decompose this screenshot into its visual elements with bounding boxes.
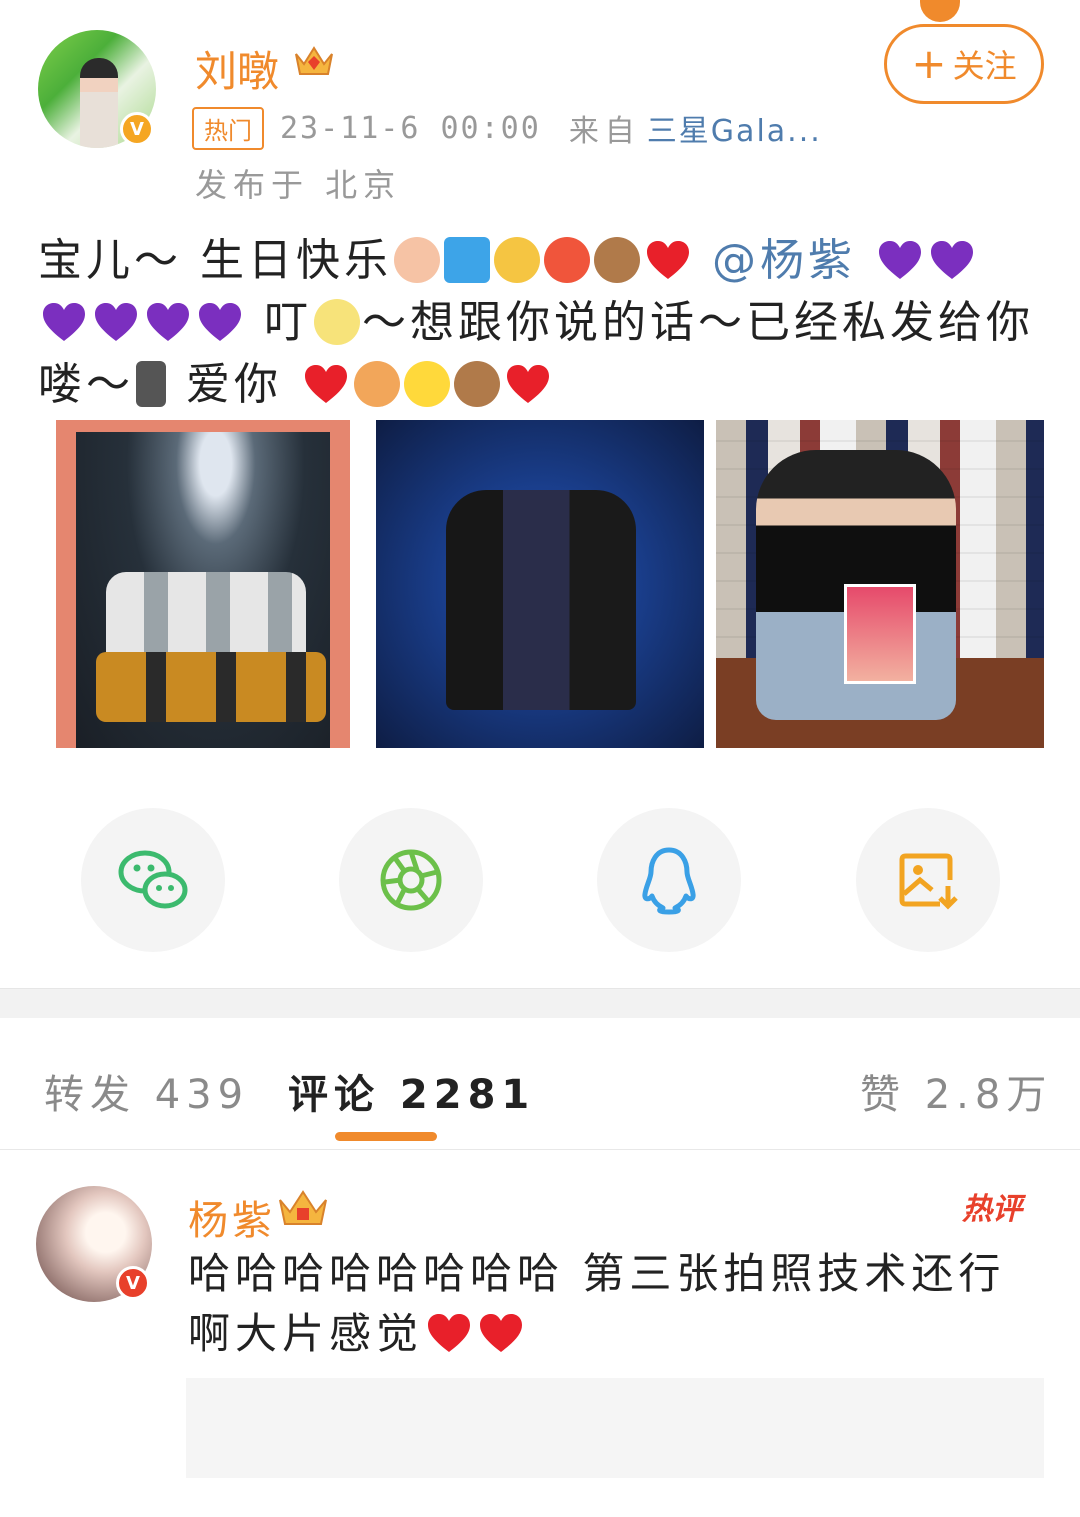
post-text-part: ～想跟你说的话～已经私发给你 — [362, 297, 1034, 348]
crown-icon — [279, 1190, 327, 1225]
source-label: 来自 — [568, 114, 641, 149]
verified-badge-icon: V — [120, 112, 154, 146]
red-heart-icon — [647, 241, 689, 279]
phone-emoji-icon — [136, 361, 166, 407]
section-divider — [0, 988, 1080, 1018]
save-image-icon — [899, 853, 958, 910]
red-heart-icon — [305, 365, 347, 403]
comment-text: 哈哈哈哈哈哈哈哈 第三张拍照技术还行啊大片感觉 — [188, 1244, 1038, 1364]
qq-icon — [642, 847, 696, 915]
tab-repost[interactable]: 转发 439 — [44, 1062, 249, 1120]
follow-label: 关注 — [952, 47, 1017, 85]
photo-2[interactable] — [376, 420, 704, 748]
red-heart-icon — [428, 1314, 471, 1352]
purple-heart-icon — [931, 241, 973, 279]
sparkles-emoji-icon — [314, 299, 360, 345]
dog-emoji-icon — [354, 361, 400, 407]
share-qq-button[interactable] — [597, 808, 741, 952]
party-emoji-icon — [494, 237, 540, 283]
post-text-part: 宝儿～ 生日快乐 — [38, 235, 392, 286]
red-heart-icon — [507, 365, 549, 403]
tab-like[interactable]: 赞 2.8万 — [860, 1062, 1052, 1120]
crown-icon — [295, 46, 333, 75]
save-image-button[interactable] — [856, 808, 1000, 952]
post-location: 发布于 北京 — [195, 166, 402, 204]
photo-1[interactable] — [56, 420, 350, 748]
monkey-emoji-icon — [594, 237, 640, 283]
decoration-icon — [920, 0, 960, 22]
post-text-part: 爱你 — [186, 359, 282, 410]
author-avatar[interactable]: V — [38, 30, 156, 148]
post-header: V 刘暾 热门 23-11-6 00:00 来自 三星Gala... 发布于 北… — [0, 0, 1080, 215]
share-wechat-button[interactable] — [81, 808, 225, 952]
mention-link[interactable]: @杨紫 — [712, 235, 856, 286]
comment-body: 哈哈哈哈哈哈哈哈 第三张拍照技术还行啊大片感觉 — [188, 1249, 1006, 1358]
follow-button[interactable]: + 关注 — [884, 24, 1044, 104]
gift-emoji-icon — [444, 237, 490, 283]
share-row — [0, 808, 1080, 953]
balloon-emoji-icon — [544, 237, 590, 283]
purple-heart-icon — [199, 303, 241, 341]
commenter-avatar[interactable]: V — [36, 1186, 152, 1302]
photo-3[interactable] — [716, 420, 1044, 748]
purple-heart-icon — [879, 241, 921, 279]
purple-heart-icon — [95, 303, 137, 341]
commenter-name[interactable]: 杨紫 — [188, 1188, 276, 1246]
post-text-part: 叮 — [264, 297, 312, 348]
active-tab-indicator — [335, 1132, 437, 1141]
author-name[interactable]: 刘暾 — [195, 38, 279, 99]
tab-comment[interactable]: 评论 2281 — [288, 1062, 535, 1120]
post-time: 23-11-6 00:00 — [280, 110, 541, 146]
purple-heart-icon — [147, 303, 189, 341]
hot-tag: 热门 — [192, 106, 264, 150]
source-device[interactable]: 三星Gala... — [647, 106, 822, 150]
verified-badge-icon: V — [116, 1266, 150, 1300]
plus-icon: + — [911, 39, 947, 88]
wechat-icon — [118, 850, 188, 909]
chick-emoji-icon — [404, 361, 450, 407]
purple-heart-icon — [43, 303, 85, 341]
post-content: 宝儿～ 生日快乐 @杨紫 叮 ～想跟你说的话～已经私发给你 喽～ 爱你 — [38, 230, 1038, 416]
comment-item: V 杨紫 热评 哈哈哈哈哈哈哈哈 第三张拍照技术还行啊大片感觉 — [0, 1160, 1080, 1517]
red-heart-icon — [480, 1314, 523, 1352]
share-moments-button[interactable] — [339, 808, 483, 952]
monkey-emoji-icon — [454, 361, 500, 407]
post-meta: 热门 23-11-6 00:00 来自 三星Gala... — [192, 106, 822, 150]
cake-emoji-icon — [394, 237, 440, 283]
hot-comment-badge: 热评 — [962, 1192, 1022, 1227]
reply-preview-box[interactable] — [186, 1378, 1044, 1478]
interaction-tabs: 转发 439 评论 2281 赞 2.8万 — [0, 1018, 1080, 1150]
post-text-part: 喽～ — [38, 359, 134, 410]
photo-grid — [56, 420, 1044, 748]
moments-icon — [380, 849, 442, 911]
